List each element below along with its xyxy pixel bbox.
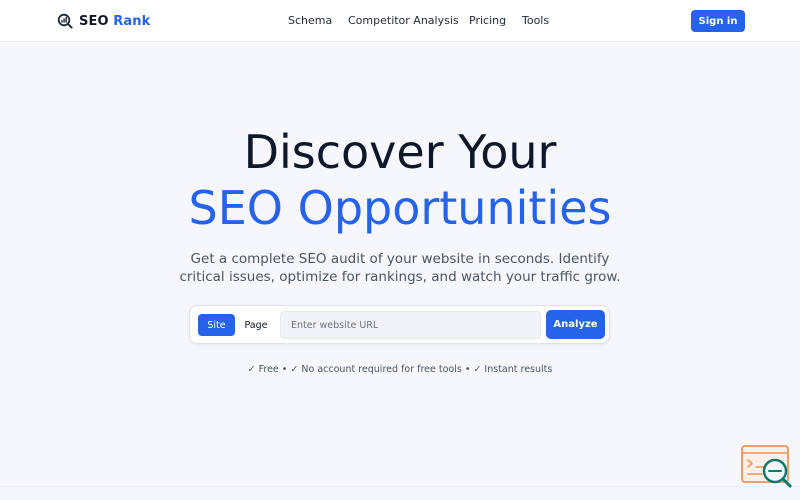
hero-title-line2: SEO Opportunities (188, 181, 612, 235)
nav-tools[interactable]: Tools (522, 14, 549, 27)
hero-title-line1: Discover Your (243, 125, 557, 179)
mode-page-toggle[interactable]: Page (236, 314, 276, 336)
section-divider (0, 486, 800, 487)
nav-competitor-analysis[interactable]: Competitor Analysis (348, 14, 459, 27)
chart-magnifier-icon (57, 13, 73, 29)
sign-in-button[interactable]: Sign in (691, 10, 745, 32)
hero-subtitle: Get a complete SEO audit of your website… (179, 251, 621, 285)
nav-schema[interactable]: Schema (288, 14, 332, 27)
feature-highlights: ✓ Free • ✓ No account required for free … (247, 364, 553, 375)
website-url-input[interactable] (280, 311, 541, 339)
mode-site-toggle[interactable]: Site (198, 314, 235, 336)
brand-name: SEO Rank (79, 14, 150, 29)
brand-name-part1: SEO (79, 13, 109, 29)
search-report-icon[interactable] (740, 444, 794, 490)
brand-logo[interactable]: SEO Rank (57, 12, 150, 30)
url-search-form: Site Page Analyze (189, 305, 610, 344)
nav-pricing[interactable]: Pricing (469, 14, 506, 27)
brand-name-part2: Rank (113, 13, 151, 29)
analyze-button[interactable]: Analyze (546, 310, 605, 339)
site-header: SEO Rank Schema Competitor Analysis Pric… (0, 0, 800, 42)
